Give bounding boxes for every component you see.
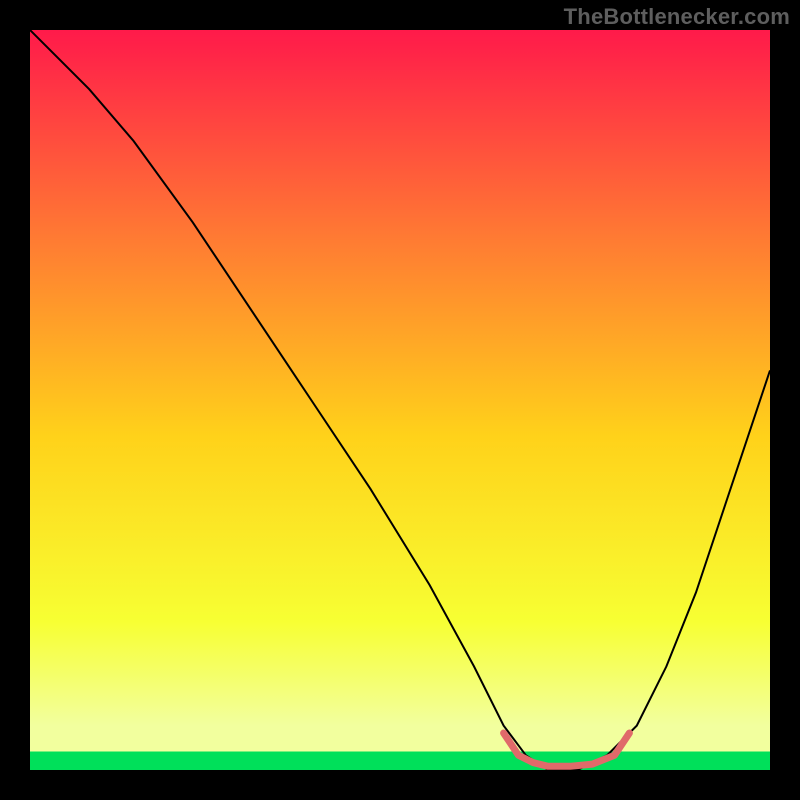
gradient-background — [30, 30, 770, 770]
chart-container: TheBottlenecker.com — [0, 0, 800, 800]
watermark-text: TheBottlenecker.com — [564, 4, 790, 30]
chart-svg — [30, 30, 770, 770]
plot-area — [30, 30, 770, 770]
